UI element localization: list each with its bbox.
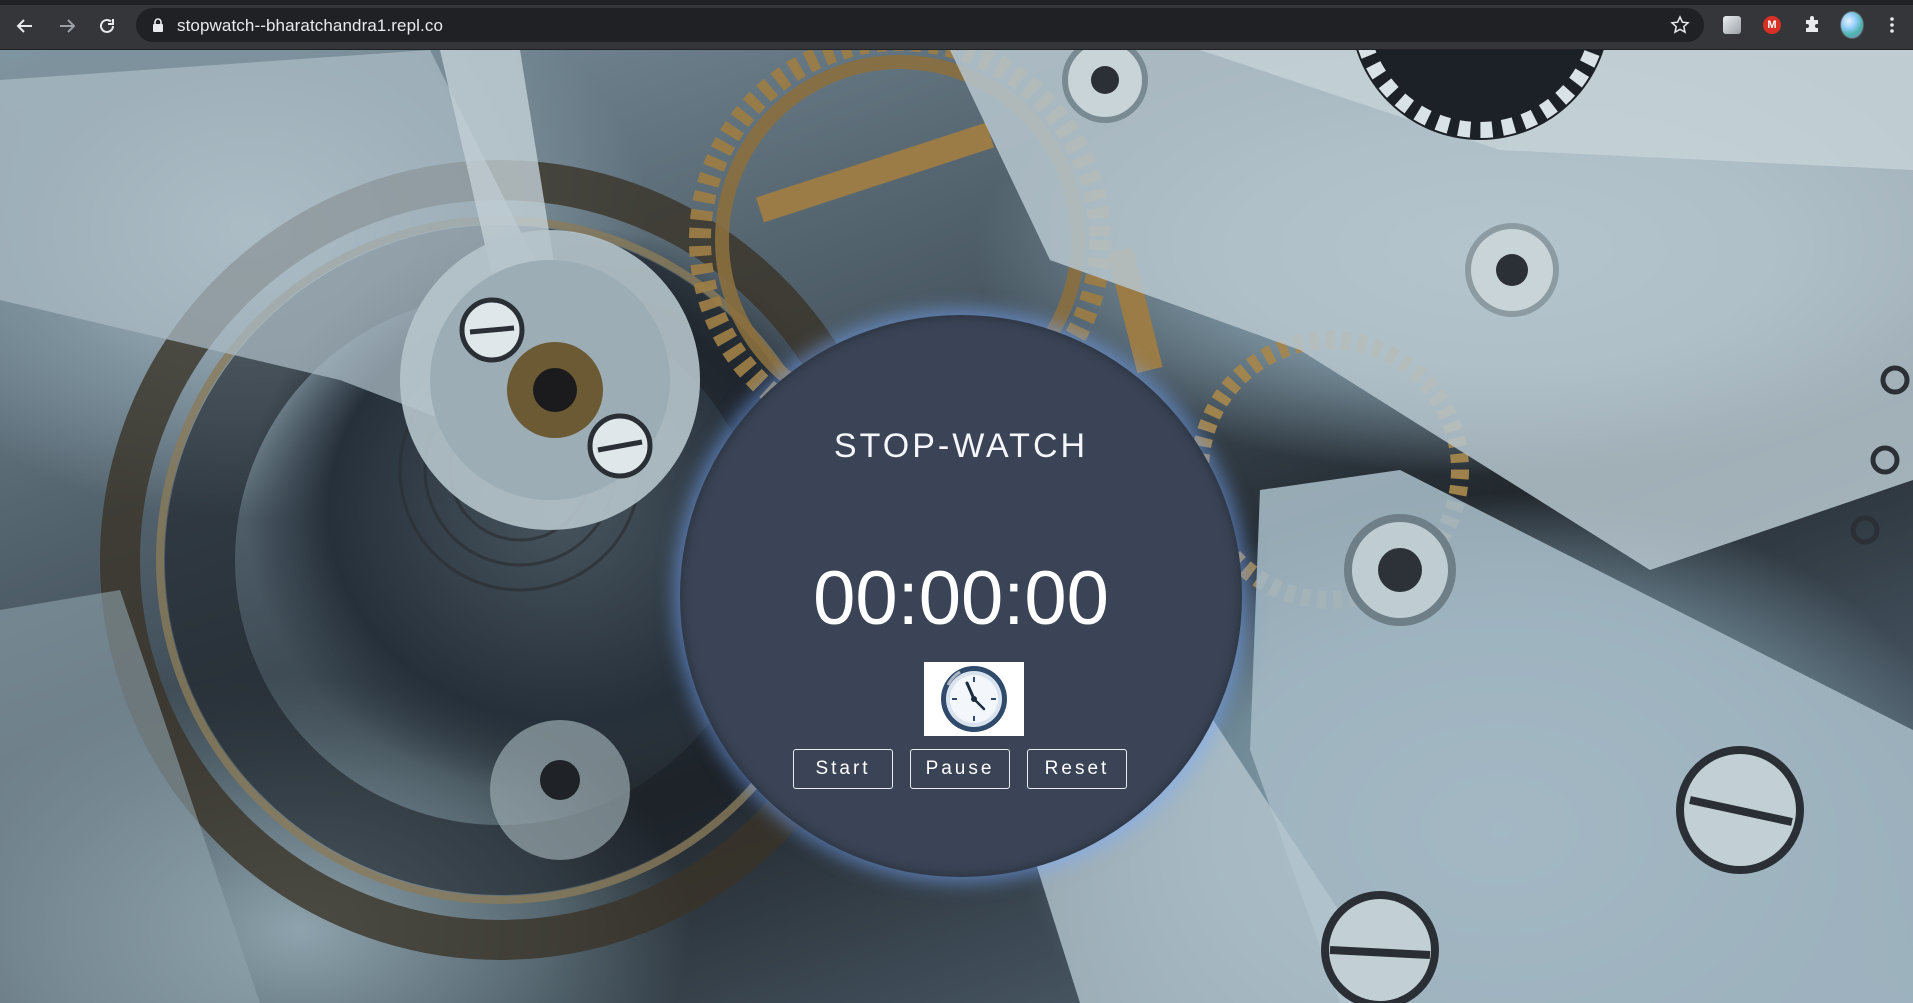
m-circle-icon: M [1763, 16, 1781, 34]
kebab-menu-icon [1890, 17, 1894, 33]
profile-avatar [1840, 11, 1864, 39]
back-button[interactable] [10, 11, 40, 41]
browser-toolbar: stopwatch--bharatchandra1.repl.co M [0, 0, 1913, 50]
reset-button[interactable]: Reset [1027, 749, 1127, 789]
extension-button-2[interactable]: M [1760, 13, 1784, 37]
url-text[interactable]: stopwatch--bharatchandra1.repl.co [177, 16, 443, 36]
arrow-left-icon [16, 19, 32, 33]
time-display: 00:00:00 [813, 556, 1109, 641]
clock-icon [941, 666, 1007, 732]
star-icon[interactable] [1670, 15, 1690, 35]
clock-image [924, 662, 1024, 736]
start-button[interactable]: Start [793, 749, 893, 789]
extension-button-1[interactable] [1720, 13, 1744, 37]
menu-button[interactable] [1880, 13, 1904, 37]
puzzle-icon [1806, 16, 1818, 32]
tab-strip [0, 0, 1913, 5]
page-background: STOP-WATCH 00:00:00 Start Pause Reset [0, 50, 1913, 1003]
stopwatch-panel: STOP-WATCH 00:00:00 Start Pause Reset [680, 315, 1242, 877]
address-bar[interactable]: stopwatch--bharatchandra1.repl.co [136, 8, 1704, 42]
arrow-right-icon [60, 19, 76, 33]
forward-button[interactable] [52, 11, 82, 41]
reload-button[interactable] [92, 11, 122, 41]
profile-button[interactable] [1840, 11, 1864, 39]
extensions-button[interactable] [1800, 13, 1824, 37]
reload-icon [100, 18, 114, 33]
pause-button[interactable]: Pause [910, 749, 1010, 789]
extension-square-icon [1723, 16, 1741, 34]
stopwatch-title: STOP-WATCH [833, 427, 1089, 465]
lock-icon [153, 18, 163, 32]
